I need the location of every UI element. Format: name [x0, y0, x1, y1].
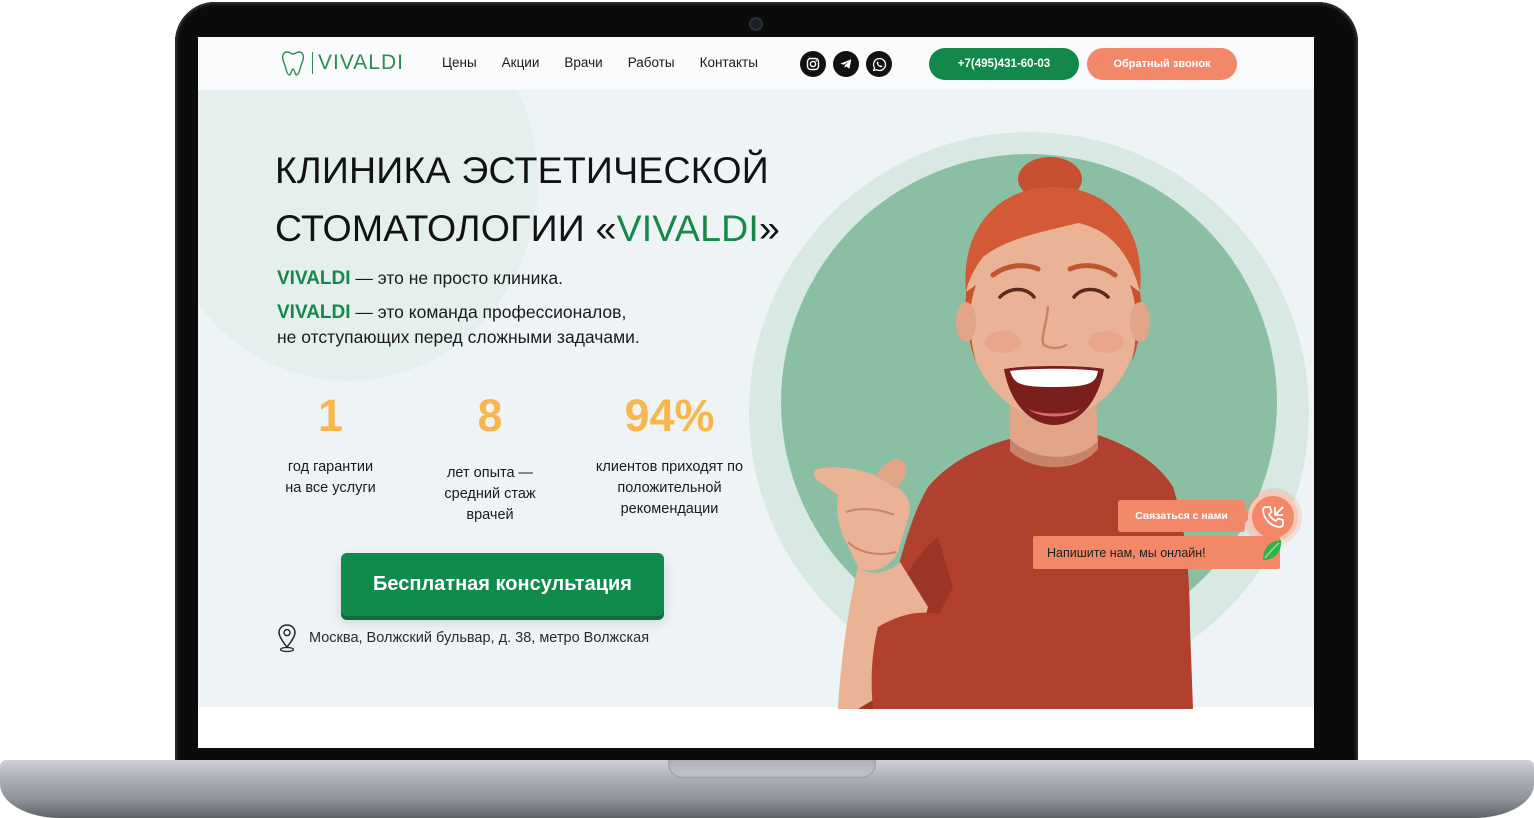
callback-button[interactable]: Обратный звонок [1087, 48, 1237, 80]
website-screen: VIVALDI Цены Акции Врачи Работы Контакты… [198, 37, 1314, 748]
hero-description: VIVALDI — это не просто клиника. VIVALDI… [277, 266, 747, 359]
logo-text: VIVALDI [318, 51, 404, 74]
stat-value: 94% [624, 390, 715, 441]
lead-text-3: не отступающих перед сложными задачами. [277, 327, 640, 347]
nav-contacts[interactable]: Контакты [700, 55, 758, 70]
stat-caption-line: средний стаж [444, 486, 536, 502]
online-chat-widget[interactable]: Напишите нам, мы онлайн! [1033, 536, 1280, 569]
stat-warranty: 1 год гарантии на все услуги [273, 389, 388, 499]
title-line-2: СТОМАТОЛОГИИ «VIVALDI» [275, 199, 835, 257]
stat-caption: лет опыта — средний стаж врачей [431, 463, 549, 526]
lead-paragraph-2: VIVALDI — это команда профессионалов, не … [277, 300, 747, 350]
free-consultation-button[interactable]: Бесплатная консультация [341, 553, 664, 616]
main-nav: Цены Акции Врачи Работы Контакты [442, 55, 783, 70]
stat-value: 1 [317, 390, 344, 441]
address-text: Москва, Волжский бульвар, д. 38, метро В… [309, 630, 650, 646]
stat-caption-line: лет опыта — [446, 465, 534, 481]
smiling-woman-photo [813, 157, 1193, 709]
nav-promotions[interactable]: Акции [502, 55, 540, 70]
title-line-2-end: » [759, 207, 781, 249]
location-pin-icon [278, 624, 296, 653]
stat-caption-line: год гарантии [287, 459, 374, 475]
instagram-icon[interactable] [800, 51, 826, 77]
site-header: VIVALDI Цены Акции Врачи Работы Контакты… [198, 37, 1314, 91]
phone-icon [1262, 506, 1284, 528]
tooth-icon [281, 51, 305, 76]
stat-caption: клиентов приходят по положительной реком… [577, 457, 762, 520]
stat-caption-line: рекомендации [620, 501, 719, 517]
leaf-icon [1263, 540, 1282, 560]
nav-works[interactable]: Работы [628, 55, 675, 70]
page-title: КЛИНИКА ЭСТЕТИЧЕСКОЙ СТОМАТОЛОГИИ «VIVAL… [275, 141, 835, 257]
lead-text-1: — это не просто клиника. [350, 268, 564, 288]
whatsapp-icon[interactable] [866, 51, 892, 77]
stat-recommendations: 94% клиентов приходят по положительной р… [577, 389, 762, 520]
stat-experience: 8 лет опыта — средний стаж врачей [431, 389, 549, 526]
stats-block: 1 год гарантии на все услуги 8 лет опыта… [273, 389, 763, 539]
call-widget-button[interactable] [1248, 492, 1298, 542]
camera-icon [749, 17, 763, 31]
social-links [800, 51, 899, 77]
stat-caption: год гарантии на все услуги [273, 457, 388, 499]
title-line-1: КЛИНИКА ЭСТЕТИЧЕСКОЙ [275, 149, 769, 191]
phone-button[interactable]: +7(495)431-60-03 [929, 48, 1079, 80]
title-brand: VIVALDI [616, 207, 760, 249]
logo[interactable]: VIVALDI [281, 50, 404, 76]
telegram-icon[interactable] [833, 51, 859, 77]
stat-caption-line: клиентов приходят по [595, 459, 744, 475]
stat-caption-line: врачей [466, 507, 514, 523]
stat-caption-line: положительной [617, 480, 722, 496]
lead-paragraph-1: VIVALDI — это не просто клиника. [277, 266, 747, 291]
lead-brand-1: VIVALDI [277, 268, 351, 289]
stat-caption-line: на все услуги [285, 480, 376, 496]
nav-prices[interactable]: Цены [442, 55, 477, 70]
contact-us-label[interactable]: Связаться с нами [1118, 500, 1255, 532]
stat-value: 8 [477, 390, 503, 441]
address: Москва, Волжский бульвар, д. 38, метро В… [277, 623, 649, 653]
laptop-base-notch [668, 760, 876, 778]
lead-text-2: — это команда профессионалов, [350, 302, 627, 322]
nav-doctors[interactable]: Врачи [564, 55, 602, 70]
title-line-2-start: СТОМАТОЛОГИИ « [275, 207, 617, 249]
lead-brand-2: VIVALDI [277, 302, 351, 323]
logo-divider [312, 52, 313, 74]
